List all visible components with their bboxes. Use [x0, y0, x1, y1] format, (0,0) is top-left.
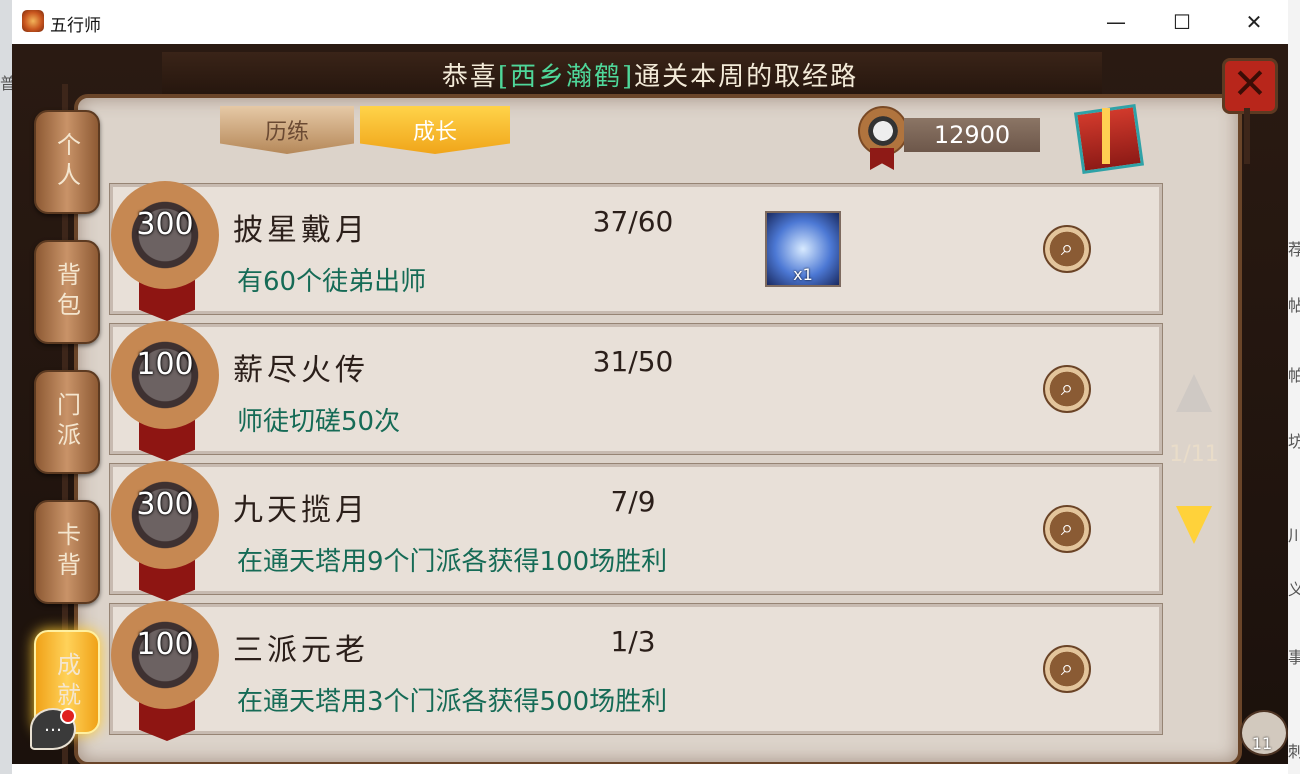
medal-icon: 100 — [111, 321, 219, 429]
medal-points: 100 — [136, 347, 194, 382]
page-indicator: 1/11 — [1169, 442, 1219, 467]
medal-points: 300 — [136, 487, 194, 522]
maximize-button[interactable]: ☐ — [1159, 0, 1205, 44]
achievement-description: 在通天塔用9个门派各获得100场胜利 — [237, 547, 668, 577]
reward-count: x1 — [793, 265, 813, 284]
achievement-title: 薪尽火传 — [233, 353, 369, 388]
announcement-player-name: [西乡瀚鹤] — [497, 62, 635, 92]
magnifier-icon[interactable]: ⌕ — [1043, 225, 1091, 273]
panel-close-button[interactable]: ✕ — [1222, 58, 1278, 114]
medal-icon: 100 — [111, 601, 219, 709]
window-close-button[interactable]: ✕ — [1231, 0, 1277, 44]
close-button-chain — [1244, 108, 1250, 164]
tab-sect[interactable]: 门派 — [34, 370, 100, 474]
medal-points: 300 — [136, 207, 194, 242]
tab-label: 成就 — [52, 652, 81, 712]
announcement-prefix: 恭喜 — [441, 62, 498, 92]
announcement-suffix: 通关本周的取经路 — [634, 62, 859, 92]
window-title: 五行师 — [50, 16, 101, 36]
game-canvas: 恭喜[西乡瀚鹤]通关本周的取经路 个人 背包 门派 卡背 成就 … 历练 成长 … — [12, 44, 1288, 764]
achievement-progress: 7/9 — [610, 485, 656, 518]
tab-label: 个人 — [52, 132, 81, 192]
side-tab-rail: 个人 背包 门派 卡背 成就 — [20, 84, 100, 764]
achievement-description: 有60个徒弟出师 — [237, 267, 427, 297]
tab-label: 历练 — [264, 120, 309, 145]
background-char: 帕 — [1288, 366, 1300, 385]
achievement-progress: 31/50 — [592, 345, 674, 378]
friends-count: 11 — [1251, 734, 1273, 753]
tab-label: 门派 — [52, 392, 81, 452]
achievement-description: 师徒切磋50次 — [237, 407, 401, 437]
announcement-text: 恭喜[西乡瀚鹤]通关本周的取经路 — [12, 56, 1288, 93]
tab-label: 成长 — [412, 120, 457, 145]
background-char: 义 — [1288, 580, 1300, 599]
magnifier-icon[interactable]: ⌕ — [1043, 365, 1091, 413]
achievement-row: 100 三派元老 1/3 在通天塔用3个门派各获得500场胜利 ⌕ — [110, 601, 1162, 741]
background-char: 帖 — [1288, 296, 1300, 315]
tab-label: 背包 — [52, 262, 81, 322]
background-char: 刺 — [1288, 742, 1300, 761]
reward-item-icon[interactable]: x1 — [765, 211, 841, 287]
left-background-strip — [0, 0, 12, 774]
tab-bag[interactable]: 背包 — [34, 240, 100, 344]
background-char: 荐 — [1288, 240, 1300, 259]
medal-icon: 300 — [111, 461, 219, 569]
minimize-button[interactable]: — — [1093, 0, 1139, 44]
maximize-icon: ☐ — [1173, 10, 1191, 34]
page-down-arrow-icon[interactable] — [1176, 506, 1212, 544]
magnifier-icon[interactable]: ⌕ — [1043, 505, 1091, 553]
tab-personal[interactable]: 个人 — [34, 110, 100, 214]
achievement-progress: 37/60 — [592, 205, 674, 238]
tab-card-back[interactable]: 卡背 — [34, 500, 100, 604]
achievement-row: 300 九天揽月 7/9 在通天塔用9个门派各获得100场胜利 ⌕ — [110, 461, 1162, 601]
chat-notification-dot — [60, 708, 76, 724]
background-char: 坊 — [1288, 432, 1300, 451]
achievement-progress: 1/3 — [610, 625, 656, 658]
currency-amount: 12900 — [904, 118, 1040, 152]
app-icon — [22, 10, 44, 32]
achievement-description: 在通天塔用3个门派各获得500场胜利 — [237, 687, 668, 717]
background-char: 川 — [1288, 526, 1300, 545]
close-icon: ✕ — [1245, 10, 1263, 34]
achievement-title: 披星戴月 — [233, 213, 369, 248]
medal-icon: 300 — [111, 181, 219, 289]
tab-label: 卡背 — [52, 522, 81, 582]
minimize-icon: — — [1106, 10, 1126, 34]
magnifier-icon[interactable]: ⌕ — [1043, 645, 1091, 693]
achievement-row: 100 薪尽火传 31/50 师徒切磋50次 ⌕ — [110, 321, 1162, 461]
gift-ribbon — [1102, 108, 1110, 164]
window-titlebar[interactable]: 五行师 — ☐ ✕ — [12, 0, 1288, 44]
page-up-arrow-icon[interactable] — [1176, 374, 1212, 412]
achievement-title: 九天揽月 — [233, 493, 369, 528]
achievement-row: 300 披星戴月 37/60 有60个徒弟出师 x1 ⌕ — [110, 181, 1162, 321]
achievement-title: 三派元老 — [233, 633, 369, 668]
medal-points: 100 — [136, 627, 194, 662]
background-char: 事 — [1288, 648, 1300, 667]
